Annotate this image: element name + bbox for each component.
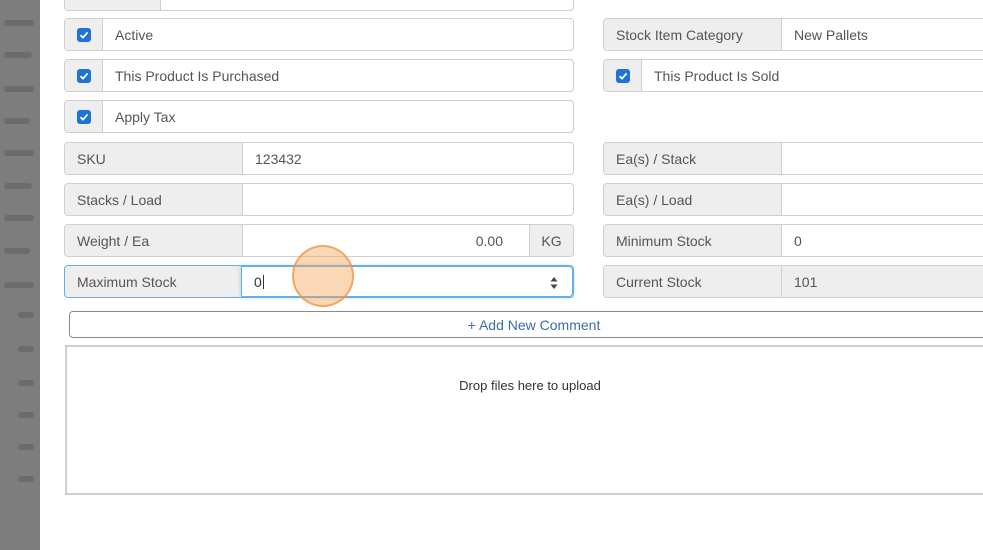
weight-ea-input[interactable]: 0.00 — [243, 225, 529, 256]
weight-unit-label: KG — [529, 225, 573, 256]
sidebar-blur — [4, 215, 34, 221]
sidebar-blur — [18, 476, 34, 482]
check-icon — [79, 72, 88, 80]
weight-ea-label: Weight / Ea — [65, 225, 243, 256]
sidebar-blur — [4, 20, 34, 26]
sidebar-blur — [18, 380, 34, 386]
current-stock-value: 101 — [782, 266, 983, 297]
sidebar-blur — [4, 282, 34, 288]
stock-item-category-label: Stock Item Category — [604, 19, 782, 50]
sold-checkbox-cell[interactable] — [604, 60, 642, 91]
apply-tax-checkbox-cell[interactable] — [65, 101, 103, 132]
eas-load-input[interactable] — [782, 184, 983, 215]
sidebar-blur — [4, 150, 34, 156]
dropzone-text: Drop files here to upload — [459, 378, 601, 393]
sidebar-blur — [18, 412, 34, 418]
maximum-stock-field: Maximum Stock 0 — [64, 265, 574, 298]
field-value-partial[interactable] — [161, 0, 573, 10]
sold-label: This Product Is Sold — [654, 67, 780, 84]
check-icon — [618, 72, 627, 80]
current-stock-field: Current Stock 101 — [603, 265, 983, 298]
apply-tax-checkbox[interactable] — [76, 109, 91, 124]
stacks-load-input[interactable] — [243, 184, 573, 215]
eas-stack-field: Ea(s) / Stack — [603, 142, 983, 175]
maximum-stock-label: Maximum Stock — [65, 266, 241, 297]
sku-field: SKU 123432 — [64, 142, 574, 175]
stock-item-category-select[interactable]: New Pallets — [782, 19, 983, 50]
sold-field: This Product Is Sold — [603, 59, 983, 92]
sold-checkbox[interactable] — [615, 68, 630, 83]
active-field: Active — [64, 18, 574, 51]
text-caret — [262, 274, 264, 289]
minimum-stock-field: Minimum Stock 0 — [603, 224, 983, 257]
active-checkbox-cell[interactable] — [65, 19, 103, 50]
purchased-checkbox[interactable] — [76, 68, 91, 83]
sku-label: SKU — [65, 143, 243, 174]
purchased-label: This Product Is Purchased — [115, 67, 280, 84]
minimum-stock-label: Minimum Stock — [604, 225, 782, 256]
apply-tax-field: Apply Tax — [64, 100, 574, 133]
sidebar — [0, 0, 40, 550]
file-dropzone[interactable]: Drop files here to upload — [65, 345, 983, 495]
purchased-checkbox-cell[interactable] — [65, 60, 103, 91]
sidebar-blur — [4, 183, 32, 189]
apply-tax-label: Apply Tax — [115, 108, 176, 125]
sidebar-blur — [4, 52, 32, 58]
field-row-partial — [64, 0, 574, 11]
sidebar-blur — [18, 346, 34, 352]
spinner-arrows-icon[interactable] — [550, 276, 558, 290]
eas-load-field: Ea(s) / Load — [603, 183, 983, 216]
field-label-partial — [65, 0, 161, 10]
eas-load-label: Ea(s) / Load — [604, 184, 782, 215]
check-icon — [79, 113, 88, 121]
active-checkbox[interactable] — [76, 27, 91, 42]
sidebar-blur — [18, 312, 34, 318]
stock-item-category-field: Stock Item Category New Pallets — [603, 18, 983, 51]
sidebar-blur — [18, 444, 34, 450]
sidebar-blur — [4, 118, 30, 124]
check-icon — [79, 31, 88, 39]
sidebar-blur — [4, 86, 34, 92]
active-label: Active — [115, 26, 154, 43]
current-stock-label: Current Stock — [604, 266, 782, 297]
add-new-comment-button[interactable]: + Add New Comment — [69, 311, 983, 338]
sidebar-blur — [4, 248, 30, 254]
eas-stack-input[interactable] — [782, 143, 983, 174]
maximum-stock-value: 0 — [254, 273, 262, 290]
eas-stack-label: Ea(s) / Stack — [604, 143, 782, 174]
stacks-load-label: Stacks / Load — [65, 184, 243, 215]
stacks-load-field: Stacks / Load — [64, 183, 574, 216]
sku-input[interactable]: 123432 — [243, 143, 573, 174]
weight-ea-field: Weight / Ea 0.00 KG — [64, 224, 574, 257]
maximum-stock-input[interactable]: 0 — [241, 266, 573, 297]
purchased-field: This Product Is Purchased — [64, 59, 574, 92]
minimum-stock-input[interactable]: 0 — [782, 225, 983, 256]
